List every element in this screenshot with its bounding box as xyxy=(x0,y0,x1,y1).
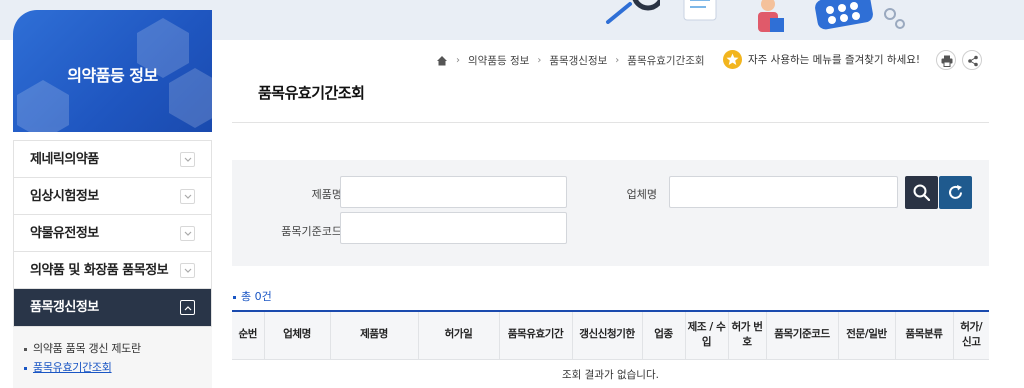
refresh-icon xyxy=(949,185,962,199)
product-code-input[interactable] xyxy=(340,212,567,244)
print-icon xyxy=(941,55,953,67)
reset-button[interactable] xyxy=(939,176,972,209)
table-row-empty: 조회 결과가 없습니다. xyxy=(232,359,989,388)
chevron-down-icon[interactable] xyxy=(180,226,195,241)
product-code-label: 품목기준코드 xyxy=(281,225,342,238)
sidebar-item-label: 임상시험정보 xyxy=(30,189,99,204)
company-name-label: 업체명 xyxy=(626,188,657,201)
sidebar-item-label: 약물유전정보 xyxy=(30,226,99,241)
breadcrumb-item-current[interactable]: 품목유효기간조회 xyxy=(627,53,704,68)
chevron-down-icon[interactable] xyxy=(180,263,195,278)
empty-message: 조회 결과가 없습니다. xyxy=(232,359,989,388)
sidebar-item-label: 품목갱신정보 xyxy=(30,300,99,315)
sidebar-item-product-info[interactable]: 의약품 및 화장품 품목정보 xyxy=(14,252,211,289)
column-header: 품목기준코드 xyxy=(765,310,839,360)
favorite-hint[interactable]: 자주 사용하는 메뉴를 즐겨찾기 하세요! xyxy=(723,50,920,69)
chevron-down-icon[interactable] xyxy=(180,152,195,167)
product-name-input[interactable] xyxy=(340,176,567,208)
column-header: 전문/일반 xyxy=(837,310,896,360)
hexagon-pattern-icon xyxy=(17,80,69,132)
result-count: 총 0건 xyxy=(233,288,272,304)
column-header: 허가/ 신고 xyxy=(952,310,989,360)
search-icon xyxy=(913,184,930,201)
column-header: 품목분류 xyxy=(894,310,954,360)
sidebar-item-clinical[interactable]: 임상시험정보 xyxy=(14,178,211,215)
share-button[interactable] xyxy=(962,50,982,70)
document-illustration-icon xyxy=(683,0,717,21)
sidebar-item-label: 의약품 및 화장품 품목정보 xyxy=(30,263,169,278)
breadcrumb-item[interactable]: 품목갱신정보 xyxy=(549,53,607,68)
chevron-up-icon[interactable] xyxy=(180,300,195,315)
column-header: 업종 xyxy=(641,310,686,360)
product-name-label: 제품명 xyxy=(311,188,342,201)
breadcrumb-item[interactable]: 의약품등 정보 xyxy=(468,53,529,68)
print-button[interactable] xyxy=(936,50,956,70)
column-header: 갱신신청기한 xyxy=(571,310,643,360)
search-panel: 제품명 업체명 품목기준코드 xyxy=(232,160,989,266)
breadcrumb: › 의약품등 정보 › 품목갱신정보 › 품목유효기간조회 xyxy=(436,52,705,68)
chevron-right-icon: › xyxy=(537,54,542,66)
sidebar-menu: 제네릭의약품 임상시험정보 약물유전정보 의약품 및 화장품 품목정보 품목갱신… xyxy=(13,140,212,327)
table-header-row: 순번 업체명 제품명 허가일 품목유효기간 갱신신청기한 업종 제조 / 수입 … xyxy=(232,310,989,360)
search-button[interactable] xyxy=(905,176,938,209)
column-header: 허가일 xyxy=(417,310,500,360)
magnifier-illustration-icon xyxy=(606,0,660,24)
column-header: 허가 번호 xyxy=(727,310,767,360)
favorite-text: 자주 사용하는 메뉴를 즐겨찾기 하세요! xyxy=(748,54,921,66)
share-icon xyxy=(968,55,978,67)
capsule-illustration-icon xyxy=(884,8,905,29)
column-header: 품목유효기간 xyxy=(498,310,573,360)
column-header: 순번 xyxy=(232,310,265,360)
page-title: 품목유효기간조회 xyxy=(258,84,365,102)
chevron-down-icon[interactable] xyxy=(180,189,195,204)
divider xyxy=(232,122,989,123)
column-header: 제조 / 수입 xyxy=(684,310,729,360)
sidebar-submenu: 의약품 품목 갱신 제도란 품목유효기간조회 xyxy=(13,327,212,388)
company-name-input[interactable] xyxy=(669,176,898,208)
home-icon[interactable] xyxy=(436,55,448,66)
sidebar-item-pharmacogenomics[interactable]: 약물유전정보 xyxy=(14,215,211,252)
column-header: 제품명 xyxy=(329,310,419,360)
sidebar-item-label: 제네릭의약품 xyxy=(30,152,99,167)
chevron-right-icon: › xyxy=(615,54,620,66)
result-table: 순번 업체명 제품명 허가일 품목유효기간 갱신신청기한 업종 제조 / 수입 … xyxy=(232,310,989,388)
person-illustration-icon xyxy=(758,0,784,32)
sidebar-header: 의약품등 정보 xyxy=(13,10,212,132)
sidebar-title: 의약품등 정보 xyxy=(67,66,158,85)
submenu-item-renewal-system[interactable]: 의약품 품목 갱신 제도란 xyxy=(13,339,212,358)
submenu-item-validity-lookup[interactable]: 품목유효기간조회 xyxy=(13,358,212,377)
column-header: 업체명 xyxy=(263,310,331,360)
chevron-right-icon: › xyxy=(456,54,460,66)
sidebar-item-generic[interactable]: 제네릭의약품 xyxy=(14,141,211,178)
star-icon[interactable] xyxy=(723,50,742,69)
sidebar-item-renewal[interactable]: 품목갱신정보 xyxy=(14,289,211,327)
pill-pack-illustration-icon xyxy=(815,0,873,30)
